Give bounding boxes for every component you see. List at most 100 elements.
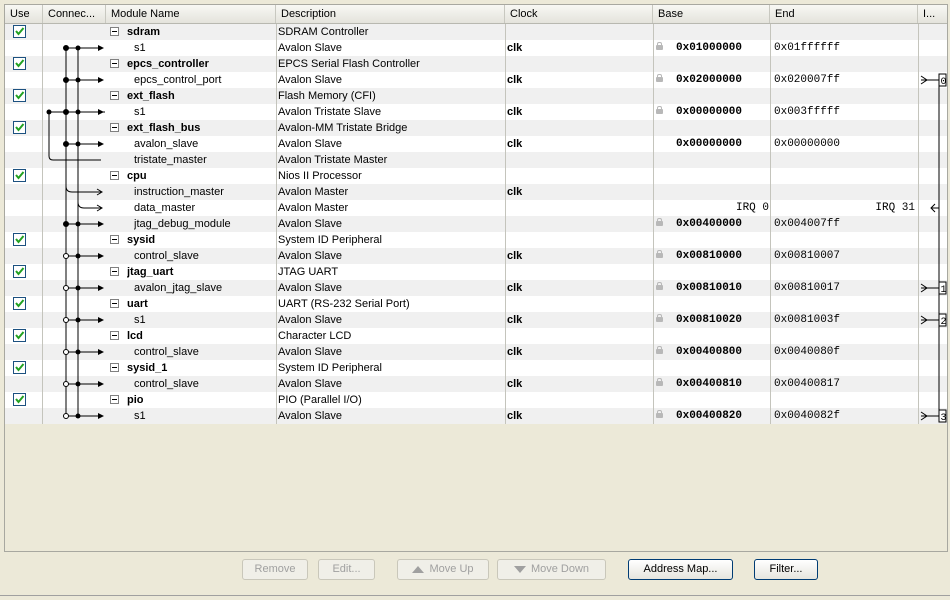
end-address[interactable]: 0x0040080f [774,344,914,360]
module-row[interactable]: epcs_controller EPCS Serial Flash Control… [5,56,947,72]
port-row[interactable]: control_slave Avalon Slave clk 0x00400810 0x… [5,376,947,392]
port-name[interactable]: tristate_master [134,152,275,168]
clock[interactable]: clk [507,312,647,328]
port-row[interactable]: epcs_control_port Avalon Slave clk 0x020000… [5,72,947,88]
base-address[interactable]: 0x00400000 [676,216,768,232]
port-name[interactable]: data_master [134,200,275,216]
module-row[interactable]: cpu Nios II Processor [5,168,947,184]
port-name[interactable]: avalon_jtag_slave [134,280,275,296]
port-row[interactable]: data_master Avalon Master IRQ 0 IRQ 31 [5,200,947,216]
column-header-module-name[interactable]: Module Name [106,5,276,23]
end-address[interactable]: 0x00400817 [774,376,914,392]
lock-icon[interactable] [656,378,663,386]
module-name[interactable]: ext_flash [127,88,275,104]
end-address[interactable]: 0x0040082f [774,408,914,424]
clock[interactable]: clk [507,104,647,120]
connection-matrix[interactable] [5,24,115,424]
port-name[interactable]: s1 [134,312,275,328]
port-row[interactable]: avalon_jtag_slave Avalon Slave clk 0x008100… [5,280,947,296]
base-address[interactable]: 0x00400820 [676,408,768,424]
port-row[interactable]: tristate_master Avalon Tristate Master [5,152,947,168]
base-address[interactable]: 0x00400800 [676,344,768,360]
base-address[interactable]: 0x02000000 [676,72,768,88]
port-row[interactable]: avalon_slave Avalon Slave clk 0x00000000 0x0… [5,136,947,152]
module-row[interactable]: sysid_1 System ID Peripheral [5,360,947,376]
port-name[interactable]: epcs_control_port [134,72,275,88]
base-address[interactable]: 0x00000000 [676,104,768,120]
module-row[interactable]: lcd Character LCD [5,328,947,344]
module-name[interactable]: lcd [127,328,275,344]
lock-icon[interactable] [656,346,663,354]
port-row[interactable]: s1 Avalon Slave clk 0x01000000 0x01ffffff [5,40,947,56]
base-address[interactable]: 0x00400810 [676,376,768,392]
base-address[interactable]: 0x00810020 [676,312,768,328]
clock[interactable]: clk [507,376,647,392]
port-name[interactable]: instruction_master [134,184,275,200]
base-address[interactable]: 0x00000000 [676,136,768,152]
column-header-description[interactable]: Description [276,5,505,23]
base-address[interactable]: 0x00810000 [676,248,768,264]
base-address[interactable]: 0x00810010 [676,280,768,296]
module-row[interactable]: uart UART (RS-232 Serial Port) [5,296,947,312]
clock[interactable]: clk [507,184,647,200]
port-row[interactable]: s1 Avalon Slave clk 0x00400820 0x0040082f [5,408,947,424]
column-header-connections[interactable]: Connec... [43,5,106,23]
lock-icon[interactable] [656,314,663,322]
port-name[interactable]: avalon_slave [134,136,275,152]
end-address[interactable]: 0x00000000 [774,136,914,152]
edit-button[interactable]: Edit... [318,559,375,580]
filter-button[interactable]: Filter... [754,559,818,580]
port-name[interactable]: jtag_debug_module [134,216,275,232]
lock-icon[interactable] [656,250,663,258]
clock[interactable]: clk [507,248,647,264]
port-name[interactable]: s1 [134,408,275,424]
end-address[interactable]: 0x01ffffff [774,40,914,56]
port-row[interactable]: control_slave Avalon Slave clk 0x00810000 0x… [5,248,947,264]
lock-icon[interactable] [656,106,663,114]
module-row[interactable]: sdram SDRAM Controller [5,24,947,40]
module-name[interactable]: pio [127,392,275,408]
module-name[interactable]: sysid_1 [127,360,275,376]
end-address[interactable]: 0x0081003f [774,312,914,328]
column-header-irq[interactable]: I... [918,5,947,23]
lock-icon[interactable] [656,42,663,50]
module-row[interactable]: jtag_uart JTAG UART [5,264,947,280]
move-down-button[interactable]: Move Down [497,559,606,580]
end-address[interactable]: 0x004007ff [774,216,914,232]
module-name[interactable]: epcs_controller [127,56,275,72]
port-row[interactable]: s1 Avalon Tristate Slave clk 0x00000000 0x00… [5,104,947,120]
module-row[interactable]: sysid System ID Peripheral [5,232,947,248]
port-row[interactable]: control_slave Avalon Slave clk 0x00400800 0x… [5,344,947,360]
module-name[interactable]: ext_flash_bus [127,120,275,136]
clock[interactable]: clk [507,72,647,88]
module-row[interactable]: pio PIO (Parallel I/O) [5,392,947,408]
column-header-end[interactable]: End [770,5,918,23]
end-address[interactable]: 0x003fffff [774,104,914,120]
port-name[interactable]: control_slave [134,376,275,392]
clock[interactable]: clk [507,136,647,152]
module-row[interactable]: ext_flash_bus Avalon-MM Tristate Bridge [5,120,947,136]
column-header-use[interactable]: Use [5,5,43,23]
port-row[interactable]: s1 Avalon Slave clk 0x00810020 0x0081003f [5,312,947,328]
end-address[interactable]: 0x00810017 [774,280,914,296]
port-name[interactable]: s1 [134,40,275,56]
module-name[interactable]: sdram [127,24,275,40]
port-name[interactable]: control_slave [134,248,275,264]
module-name[interactable]: sysid [127,232,275,248]
clock[interactable]: clk [507,408,647,424]
clock[interactable]: clk [507,40,647,56]
clock[interactable]: clk [507,280,647,296]
end-address[interactable]: 0x020007ff [774,72,914,88]
port-name[interactable]: control_slave [134,344,275,360]
remove-button[interactable]: Remove [242,559,308,580]
address-map-button[interactable]: Address Map... [628,559,733,580]
module-row[interactable]: ext_flash Flash Memory (CFI) [5,88,947,104]
end-address[interactable]: 0x00810007 [774,248,914,264]
clock[interactable]: clk [507,344,647,360]
move-up-button[interactable]: Move Up [397,559,489,580]
module-name[interactable]: jtag_uart [127,264,275,280]
module-name[interactable]: uart [127,296,275,312]
port-name[interactable]: s1 [134,104,275,120]
port-row[interactable]: jtag_debug_module Avalon Slave 0x00400000 0… [5,216,947,232]
lock-icon[interactable] [656,282,663,290]
